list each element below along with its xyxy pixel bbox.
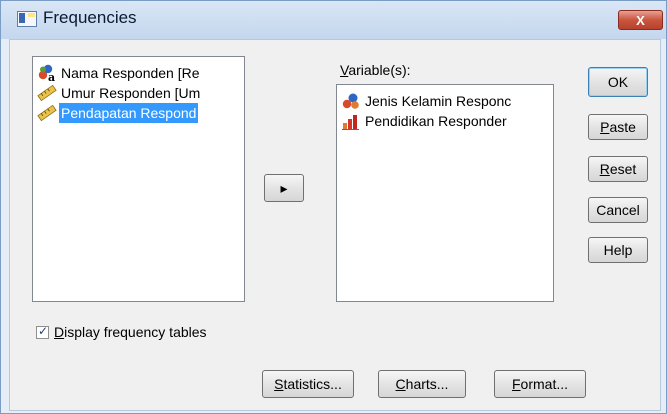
variable-pendapatan-responden: Pendapatan Respond	[59, 103, 199, 123]
scale-ruler-icon	[37, 84, 57, 102]
ok-button[interactable]: OK	[588, 67, 648, 97]
display-frequency-tables-option[interactable]: Display frequency tables	[36, 324, 207, 340]
display-frequency-tables-checkbox[interactable]	[36, 324, 49, 339]
target-variable-list[interactable]: Jenis Kelamin Responc Pendidikan Respond…	[336, 84, 554, 302]
svg-text:a: a	[48, 71, 55, 82]
variables-label: Variable(s):	[340, 62, 411, 78]
statistics-button[interactable]: Statistics...	[262, 370, 354, 398]
close-icon: X	[636, 12, 645, 28]
scale-ruler-icon	[37, 104, 57, 122]
reset-button[interactable]: Reset	[588, 156, 648, 182]
title-bar[interactable]: Frequencies X	[1, 1, 666, 39]
display-frequency-tables-label: Display frequency tables	[54, 324, 207, 340]
ordinal-bar-icon	[342, 115, 359, 130]
list-item[interactable]: Umur Responden [Um	[37, 83, 202, 103]
help-button[interactable]: Help	[588, 237, 648, 263]
paste-button[interactable]: Paste	[588, 114, 648, 140]
nominal-icon	[342, 93, 359, 109]
variable-name-responden: Nama Responden [Re	[61, 65, 200, 81]
variable-jenis-kelamin: Jenis Kelamin Responc	[365, 93, 512, 109]
app-window-icon	[17, 11, 37, 27]
list-item[interactable]: Pendidikan Responder	[341, 111, 509, 131]
charts-button[interactable]: Charts...	[378, 370, 466, 398]
format-button[interactable]: Format...	[494, 370, 586, 398]
list-item[interactable]: a Nama Responden [Re	[37, 63, 202, 83]
cancel-button[interactable]: Cancel	[588, 197, 648, 223]
move-to-variables-button[interactable]: ▸	[264, 174, 304, 202]
source-variable-list[interactable]: a Nama Responden [Re Umur Responden [Um	[32, 56, 245, 302]
list-item[interactable]: Pendapatan Respond	[37, 103, 199, 123]
nominal-string-icon: a	[38, 64, 55, 82]
list-item[interactable]: Jenis Kelamin Responc	[341, 91, 513, 111]
variable-pendidikan: Pendidikan Responder	[365, 113, 507, 129]
frequencies-dialog: Frequencies X a Nama Responden [Re Umur …	[0, 0, 667, 414]
close-button[interactable]: X	[618, 10, 663, 30]
variable-umur-responden: Umur Responden [Um	[61, 85, 201, 101]
dialog-body: a Nama Responden [Re Umur Responden [Um	[9, 39, 661, 411]
arrow-right-icon: ▸	[280, 179, 288, 196]
window-title: Frequencies	[43, 8, 137, 27]
